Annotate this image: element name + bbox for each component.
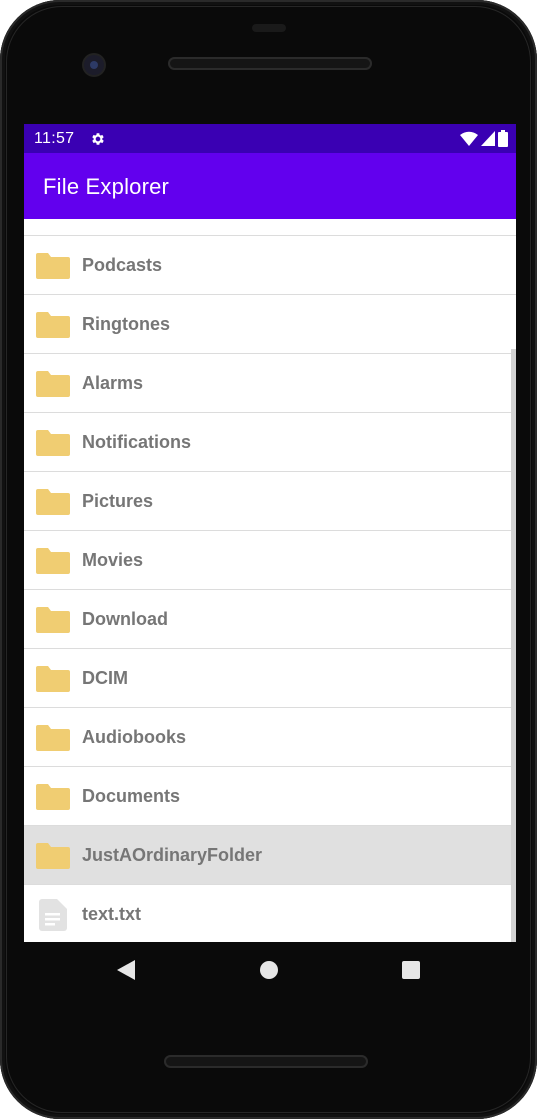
text-file-icon (39, 899, 67, 931)
sensor-slot (252, 24, 286, 32)
list-item-label: Documents (82, 786, 181, 806)
file-list[interactable]: Podcasts Ringtones Alarms Notifications … (24, 219, 516, 942)
list-item-text-txt[interactable]: text.txt (24, 885, 516, 942)
status-time: 11:57 (34, 130, 75, 147)
folder-icon (36, 548, 70, 574)
folder-icon (36, 607, 70, 633)
list-item-label: text.txt (82, 904, 142, 924)
home-icon[interactable] (260, 961, 278, 979)
list-item-label: Download (82, 609, 168, 629)
folder-icon (36, 666, 70, 692)
back-icon[interactable] (117, 959, 137, 981)
list-item-download[interactable]: Download (24, 590, 516, 649)
list-item-label: Movies (82, 550, 144, 570)
list-item-ringtones[interactable]: Ringtones (24, 295, 516, 354)
list-item-label: JustAOrdinaryFolder (82, 845, 263, 865)
list-item-label: Pictures (82, 491, 154, 511)
folder-icon (36, 312, 70, 338)
list-item-notifications[interactable]: Notifications (24, 413, 516, 472)
list-item-audiobooks[interactable]: Audiobooks (24, 708, 516, 767)
list-item-label: Alarms (82, 373, 144, 393)
list-item-movies[interactable]: Movies (24, 531, 516, 590)
signal-icon (481, 131, 495, 146)
list-item-documents[interactable]: Documents (24, 767, 516, 826)
list-item-justaordinaryfolder[interactable]: JustAOrdinaryFolder (24, 826, 516, 885)
list-item-alarms[interactable]: Alarms (24, 354, 516, 413)
app-bar: File Explorer (24, 153, 516, 219)
front-camera (84, 55, 104, 75)
list-item-pictures[interactable]: Pictures (24, 472, 516, 531)
list-item-dcim[interactable]: DCIM (24, 649, 516, 708)
wifi-icon (460, 131, 478, 146)
bottom-speaker (164, 1055, 368, 1068)
screen: 11:57 File Explorer Podcasts Ringtones A… (24, 124, 516, 942)
folder-icon (36, 489, 70, 515)
list-item-label: Notifications (82, 432, 192, 452)
list-item-label: Ringtones (82, 314, 170, 334)
list-item-label: DCIM (82, 668, 128, 688)
folder-icon (36, 253, 70, 279)
folder-icon (36, 784, 70, 810)
folder-icon (36, 430, 70, 456)
app-title: File Explorer (43, 174, 170, 199)
list-item-podcasts[interactable]: Podcasts (24, 236, 516, 295)
folder-icon (36, 843, 70, 869)
phone-frame: 11:57 File Explorer Podcasts Ringtones A… (0, 0, 537, 1119)
battery-icon (498, 130, 508, 147)
scrollbar[interactable] (511, 349, 516, 942)
folder-icon (36, 725, 70, 751)
status-icons (460, 130, 508, 147)
list-item-label: Podcasts (82, 255, 163, 275)
list-item-label: Audiobooks (82, 727, 186, 747)
earpiece-speaker (168, 57, 372, 70)
recents-icon[interactable] (402, 961, 420, 979)
settings-icon (92, 133, 104, 145)
status-bar: 11:57 (24, 124, 516, 153)
folder-icon (36, 371, 70, 397)
